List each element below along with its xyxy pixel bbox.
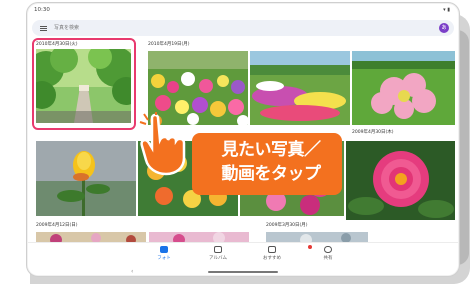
- photo-garden[interactable]: [250, 51, 350, 125]
- people-icon: [324, 246, 332, 253]
- nav-albums-label: アルバム: [209, 256, 227, 261]
- photo-flower-shape[interactable]: [352, 51, 455, 125]
- callout-text: 見たい写真／ 動画をタップ: [200, 138, 342, 186]
- nav-photos-label: フォト: [157, 256, 171, 261]
- photo-pink-rose[interactable]: [346, 141, 455, 220]
- date-heading-2: 2010年4月19日(月): [148, 42, 190, 47]
- date-heading-3: 2009年4月30日(木): [352, 130, 394, 135]
- date-heading-4: 2009年4月12日(日): [36, 223, 78, 228]
- bottom-navigation: フォト アルバム おすすめ 共有 ‹: [28, 242, 458, 275]
- photos-icon: [160, 246, 168, 253]
- nav-sharing-label: 共有: [323, 256, 333, 261]
- nav-foryou-label: おすすめ: [263, 256, 281, 261]
- nav-sharing[interactable]: 共有: [308, 246, 348, 261]
- search-bar[interactable]: 写真を検索 あ: [32, 20, 454, 36]
- status-icons: ▾ ▮: [443, 7, 450, 13]
- search-placeholder[interactable]: 写真を検索: [54, 24, 79, 31]
- nav-photos[interactable]: フォト: [144, 246, 184, 261]
- home-indicator[interactable]: [208, 271, 278, 273]
- status-bar: 10:30 ▾ ▮: [28, 4, 458, 18]
- nav-albums[interactable]: アルバム: [198, 246, 238, 261]
- callout-line-1: 見たい写真／: [221, 140, 322, 160]
- photo-yellow-rose[interactable]: [36, 141, 136, 216]
- status-time: 10:30: [34, 7, 50, 13]
- foryou-icon: [268, 246, 276, 253]
- photo-highlight: [32, 38, 136, 130]
- avatar[interactable]: あ: [439, 23, 449, 33]
- back-icon[interactable]: ‹: [131, 268, 133, 275]
- menu-icon[interactable]: [40, 26, 47, 31]
- callout-line-2: 動画をタップ: [221, 164, 322, 184]
- albums-icon: [214, 246, 222, 253]
- nav-foryou[interactable]: おすすめ: [252, 246, 292, 261]
- notification-dot: [308, 245, 312, 249]
- date-heading-5: 2009年3月30日(月): [266, 223, 308, 228]
